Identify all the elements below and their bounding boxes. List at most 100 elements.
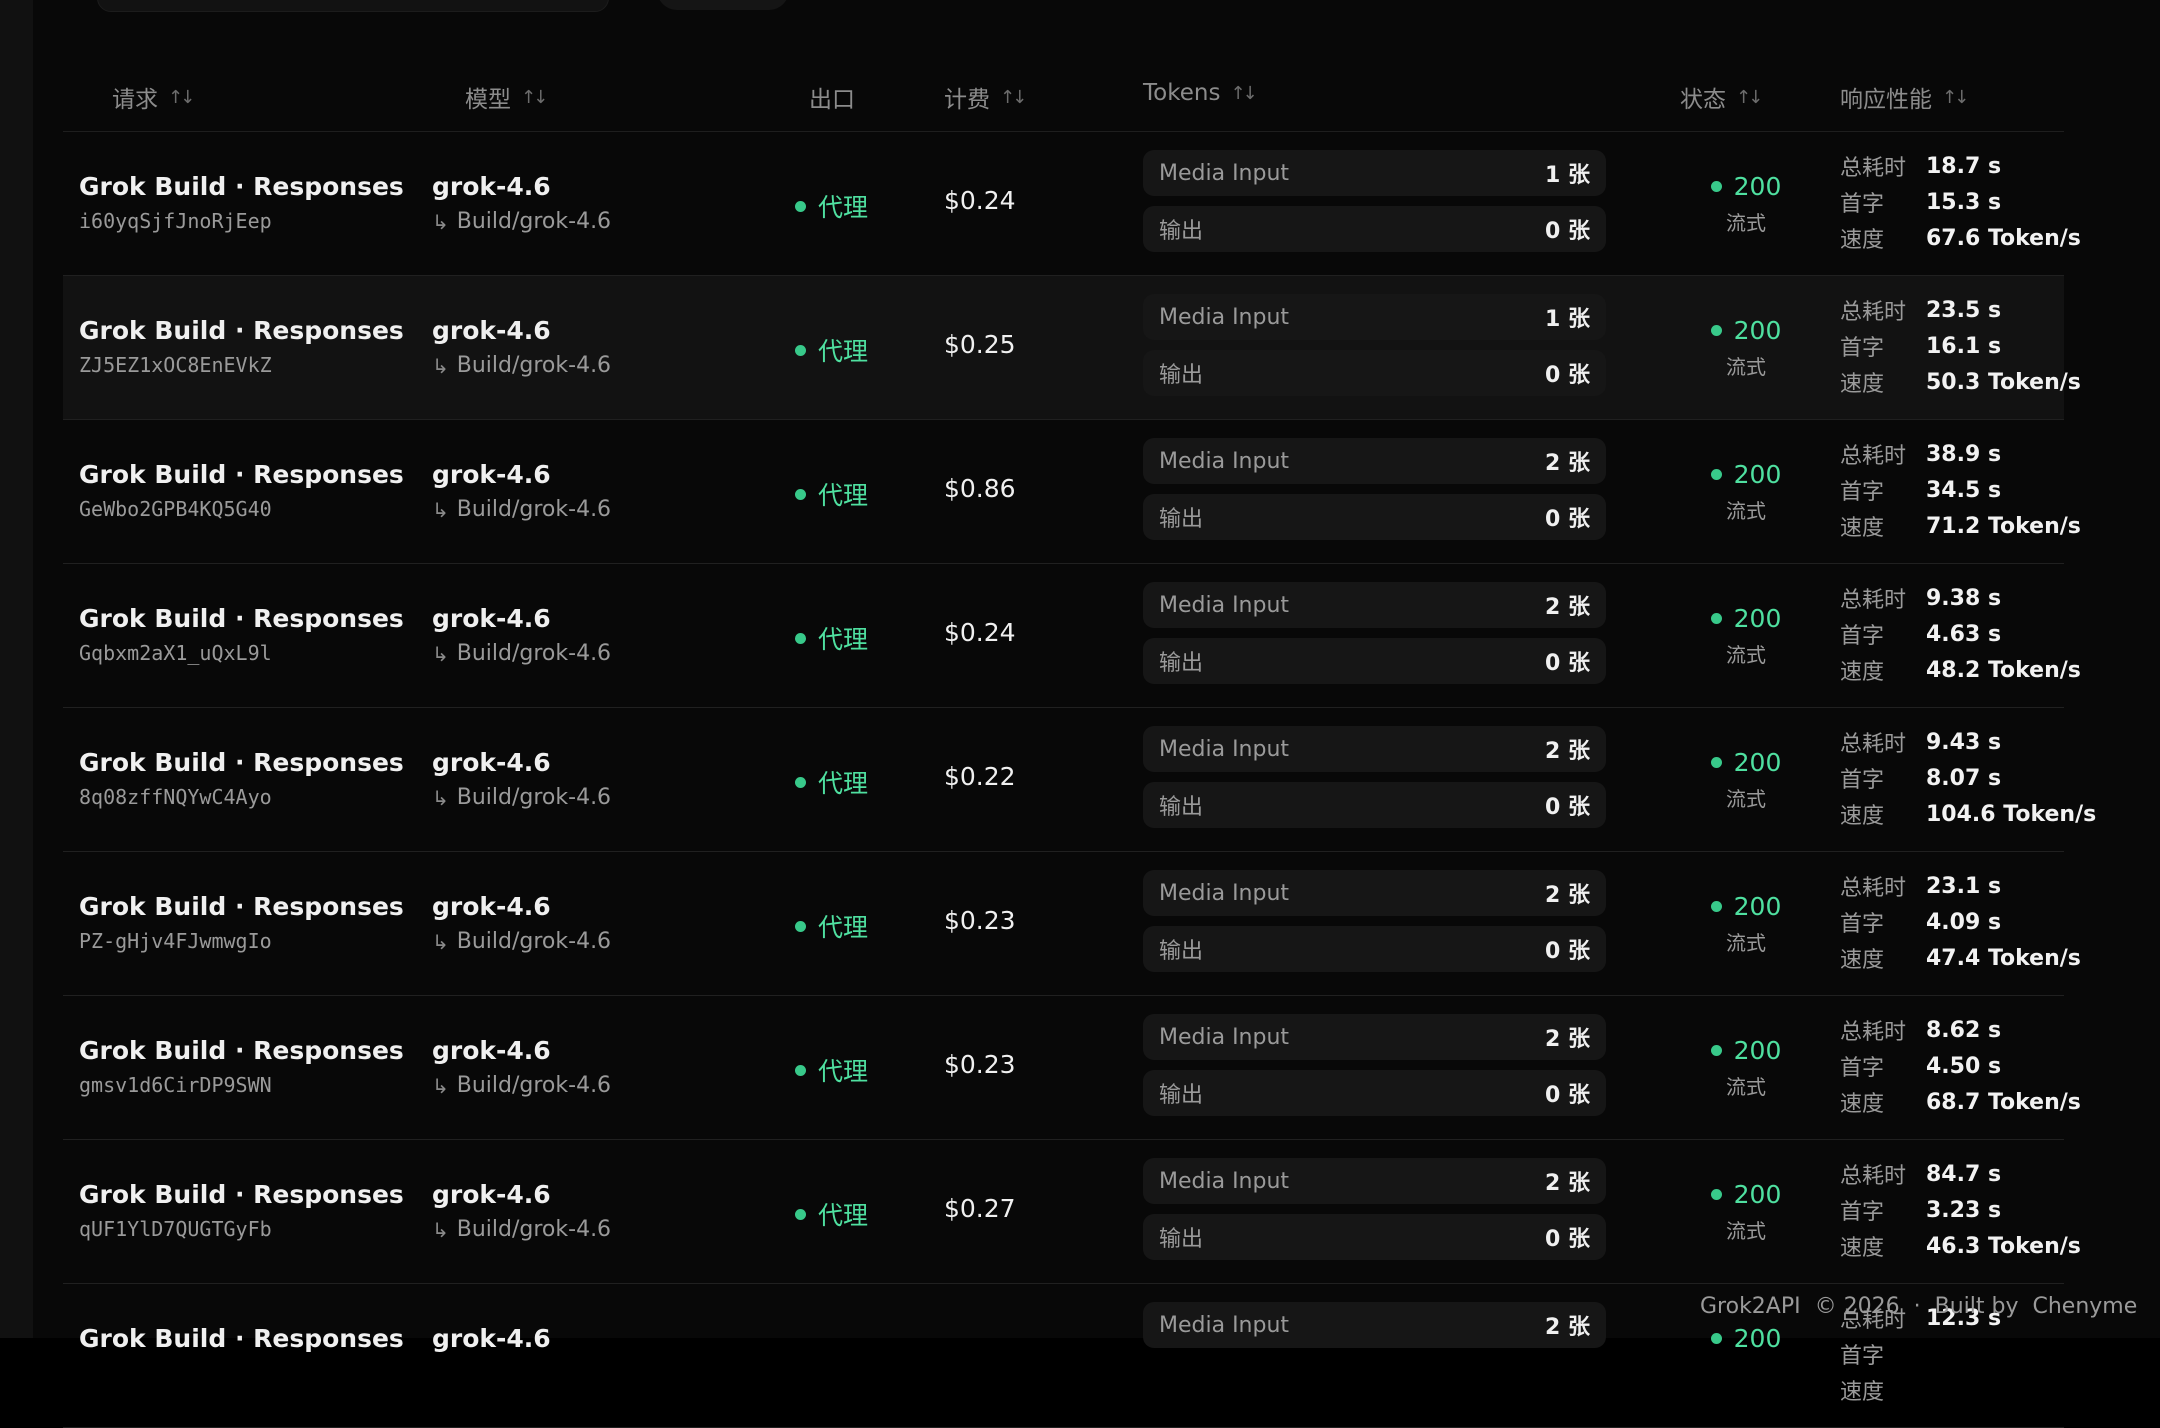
col-status-header[interactable]: 状态 ↑↓ bbox=[1680, 80, 1763, 114]
cost-value: $0.24 bbox=[944, 618, 1016, 647]
status-dot-icon bbox=[1710, 901, 1722, 912]
model-route-text: Build/grok-4.6 bbox=[456, 785, 612, 810]
model-route: ↳ Build/grok-4.6 bbox=[432, 1217, 611, 1242]
cost-value: $0.24 bbox=[944, 186, 1016, 215]
exit-label: 代理 bbox=[818, 1057, 869, 1086]
perf-label: 总耗时 bbox=[1840, 1164, 1907, 1189]
request-id[interactable]: ZJ5EZ1xOC8EnEVkZ bbox=[79, 353, 404, 377]
perf-label: 总耗时 bbox=[1840, 732, 1907, 757]
footer-author[interactable]: Chenyme bbox=[2032, 1294, 2137, 1319]
perf-value: 15.3 s bbox=[1926, 189, 2002, 215]
exit-label: 代理 bbox=[818, 769, 869, 798]
filter-input[interactable] bbox=[97, 0, 609, 12]
sort-icon[interactable]: ↑↓ bbox=[168, 87, 195, 108]
request-cell: Grok Build · Responses i60yqSjfJnoRjEep bbox=[79, 172, 404, 233]
request-title: Grok Build · Responses bbox=[79, 1036, 404, 1065]
perf-value: 4.63 s bbox=[1926, 621, 2002, 647]
token-name: 输出 bbox=[1159, 939, 1204, 964]
token-value: 2 张 bbox=[1545, 1027, 1590, 1052]
token-pill-output: 输出 0 张 bbox=[1143, 638, 1606, 684]
perf-first-token: 首字 3.23 s bbox=[1840, 1192, 2081, 1228]
status-code: 200 bbox=[1691, 1324, 1801, 1353]
sort-icon[interactable]: ↑↓ bbox=[1000, 87, 1027, 108]
table-row[interactable]: Grok Build · Responses i60yqSjfJnoRjEep … bbox=[63, 132, 2081, 276]
model-name: grok-4.6 bbox=[432, 748, 551, 777]
perf-label: 首字 bbox=[1840, 480, 1885, 505]
token-name: Media Input bbox=[1159, 1168, 1290, 1194]
status-code: 200 bbox=[1691, 748, 1801, 777]
perf-first-token: 首字 34.5 s bbox=[1840, 472, 2081, 508]
route-arrow-icon: ↳ bbox=[432, 785, 449, 810]
tokens-cell: Media Input 2 张 输出 0 张 bbox=[1143, 726, 1606, 838]
status-code-text: 200 bbox=[1733, 748, 1782, 777]
table-row[interactable]: Grok Build · Responses qUF1YlD7QUGTGyFb … bbox=[63, 1140, 2081, 1284]
perf-label: 速度 bbox=[1840, 1380, 1885, 1405]
col-perf-header[interactable]: 响应性能 ↑↓ bbox=[1840, 80, 1969, 114]
table-row[interactable]: Grok Build · Responses ZJ5EZ1xOC8EnEVkZ … bbox=[63, 276, 2081, 420]
request-id[interactable]: 8q08zffNQYwC4Ayo bbox=[79, 785, 404, 809]
status-code-text: 200 bbox=[1733, 1180, 1782, 1209]
model-route-text: Build/grok-4.6 bbox=[456, 929, 612, 954]
col-cost-header[interactable]: 计费 ↑↓ bbox=[944, 80, 1027, 114]
tokens-cell: Media Input 2 张 输出 0 张 bbox=[1143, 438, 1606, 550]
token-name: 输出 bbox=[1159, 507, 1204, 532]
perf-speed: 速度 48.2 Token/s bbox=[1840, 652, 2081, 688]
token-pill-media-input: Media Input 2 张 bbox=[1143, 438, 1606, 484]
perf-value: 38.9 s bbox=[1926, 441, 2002, 467]
token-name: Media Input bbox=[1159, 304, 1290, 330]
request-id[interactable]: i60yqSjfJnoRjEep bbox=[79, 209, 404, 233]
request-id[interactable]: qUF1YlD7QUGTGyFb bbox=[79, 1217, 404, 1241]
request-id[interactable]: Gqbxm2aX1_uQxL9l bbox=[79, 641, 404, 665]
footer-separator: · bbox=[1913, 1294, 1921, 1319]
status-cell: 200 流式 bbox=[1691, 1036, 1801, 1100]
status-dot-icon bbox=[1710, 1189, 1722, 1200]
request-cell: Grok Build · Responses gmsv1d6CirDP9SWN bbox=[79, 1036, 404, 1097]
table-row[interactable]: Grok Build · Responses PZ-gHjv4FJwmwgIo … bbox=[63, 852, 2081, 996]
token-name: 输出 bbox=[1159, 1083, 1204, 1108]
token-name: 输出 bbox=[1159, 651, 1204, 676]
exit-cell: 代理 bbox=[795, 1052, 868, 1088]
status-cell: 200 流式 bbox=[1691, 460, 1801, 524]
perf-value: 4.50 s bbox=[1926, 1053, 2002, 1079]
request-id[interactable]: GeWbo2GPB4KQ5G40 bbox=[79, 497, 404, 521]
request-cell: Grok Build · Responses Gqbxm2aX1_uQxL9l bbox=[79, 604, 404, 665]
table-row[interactable]: Grok Build · Responses gmsv1d6CirDP9SWN … bbox=[63, 996, 2081, 1140]
table-row[interactable]: Grok Build · Responses Gqbxm2aX1_uQxL9l … bbox=[63, 564, 2081, 708]
sort-icon[interactable]: ↑↓ bbox=[521, 87, 548, 108]
request-id[interactable]: PZ-gHjv4FJwmwgIo bbox=[79, 929, 404, 953]
request-title: Grok Build · Responses bbox=[79, 748, 404, 777]
exit-label: 代理 bbox=[818, 337, 869, 366]
col-tokens-header[interactable]: Tokens ↑↓ bbox=[1143, 80, 1258, 106]
token-pill-output: 输出 0 张 bbox=[1143, 206, 1606, 252]
request-id[interactable]: gmsv1d6CirDP9SWN bbox=[79, 1073, 404, 1097]
status-stream-label: 流式 bbox=[1726, 787, 1766, 811]
perf-cell: 总耗时 84.7 s 首字 3.23 s 速度 46.3 Token/s bbox=[1840, 1156, 2081, 1264]
perf-label: 总耗时 bbox=[1840, 156, 1907, 181]
status-code-text: 200 bbox=[1733, 604, 1782, 633]
col-request-header[interactable]: 请求 ↑↓ bbox=[112, 80, 195, 114]
model-cell: grok-4.6 ↳ Build/grok-4.6 bbox=[432, 604, 611, 666]
token-name: Media Input bbox=[1159, 592, 1290, 618]
status-dot-icon bbox=[795, 632, 806, 644]
sort-icon[interactable]: ↑↓ bbox=[1942, 87, 1969, 108]
perf-cell: 总耗时 38.9 s 首字 34.5 s 速度 71.2 Token/s bbox=[1840, 436, 2081, 544]
col-cost-label: 计费 bbox=[944, 87, 990, 113]
sort-icon[interactable]: ↑↓ bbox=[1230, 83, 1257, 104]
table-row[interactable]: Grok Build · Responses 8q08zffNQYwC4Ayo … bbox=[63, 708, 2096, 852]
sort-icon[interactable]: ↑↓ bbox=[1736, 87, 1763, 108]
status-dot-icon bbox=[795, 1208, 806, 1220]
perf-speed: 速度 bbox=[1840, 1372, 2001, 1408]
model-route-text: Build/grok-4.6 bbox=[456, 641, 612, 666]
table-row[interactable]: Grok Build · Responses GeWbo2GPB4KQ5G40 … bbox=[63, 420, 2081, 564]
route-arrow-icon: ↳ bbox=[432, 1217, 449, 1242]
status-code: 200 bbox=[1691, 316, 1801, 345]
status-cell: 200 流式 bbox=[1691, 748, 1801, 812]
route-arrow-icon: ↳ bbox=[432, 1073, 449, 1098]
token-value: 2 张 bbox=[1545, 1315, 1590, 1340]
perf-value: 47.4 Token/s bbox=[1926, 945, 2081, 971]
filter-button[interactable] bbox=[657, 0, 789, 10]
perf-first-token: 首字 4.09 s bbox=[1840, 904, 2081, 940]
status-cell: 200 流式 bbox=[1691, 892, 1801, 956]
col-exit-label: 出口 bbox=[809, 87, 855, 113]
col-model-header[interactable]: 模型 ↑↓ bbox=[465, 80, 548, 114]
